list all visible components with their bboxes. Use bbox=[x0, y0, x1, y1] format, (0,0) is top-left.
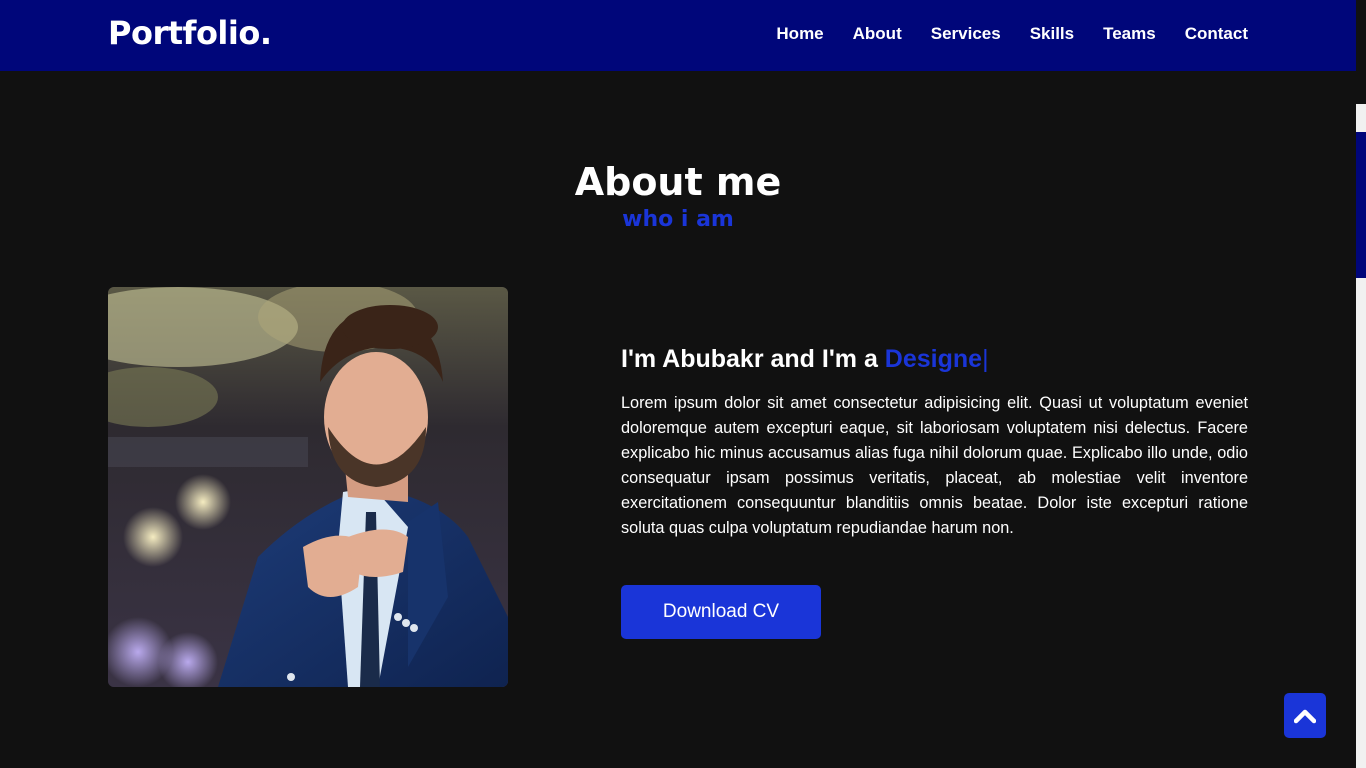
nav-menu: Home About Services Skills Teams Contact bbox=[776, 24, 1248, 44]
scrollbar-thumb[interactable] bbox=[1356, 132, 1366, 278]
about-paragraph: Lorem ipsum dolor sit amet consectetur a… bbox=[621, 394, 1248, 537]
download-cv-button[interactable]: Download CV bbox=[621, 585, 821, 639]
profile-photo bbox=[108, 287, 508, 687]
chevron-up-icon bbox=[1294, 709, 1316, 723]
nav-item-teams[interactable]: Teams bbox=[1103, 24, 1156, 44]
nav-item-home[interactable]: Home bbox=[776, 24, 823, 44]
nav-item-skills[interactable]: Skills bbox=[1030, 24, 1074, 44]
about-heading: I'm Abubakr and I'm a Designe| bbox=[621, 345, 989, 374]
section-title: About me bbox=[574, 160, 782, 204]
nav-item-contact[interactable]: Contact bbox=[1185, 24, 1248, 44]
logo[interactable]: Portfolio. bbox=[108, 14, 272, 52]
typed-role: Designe bbox=[884, 345, 983, 373]
about-heading-prefix: I'm Abubakr and I'm a bbox=[621, 345, 885, 373]
navbar: Portfolio. Home About Services Skills Te… bbox=[0, 0, 1356, 71]
nav-item-services[interactable]: Services bbox=[931, 24, 1001, 44]
scrollbar-track bbox=[1356, 104, 1366, 132]
page-scrollbar[interactable] bbox=[1356, 0, 1366, 768]
scroll-to-top-button[interactable] bbox=[1284, 693, 1326, 738]
typing-cursor: | bbox=[982, 345, 989, 373]
scrollbar-track bbox=[1356, 278, 1366, 768]
nav-item-about[interactable]: About bbox=[853, 24, 902, 44]
section-subtitle: who i am bbox=[622, 207, 734, 232]
